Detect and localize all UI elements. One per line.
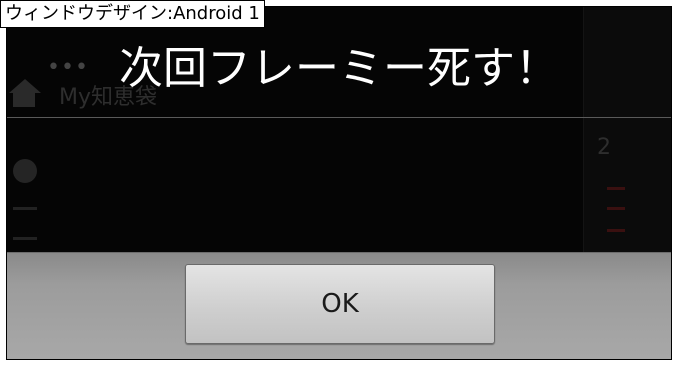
gear-icon bbox=[13, 159, 37, 183]
background-list-marker bbox=[607, 229, 625, 232]
android-screen: ••• My知恵袋 2 次回フレーミー死す！ OK bbox=[6, 6, 672, 360]
background-list-marker bbox=[607, 187, 625, 190]
background-list-divider bbox=[13, 237, 37, 240]
dialog-divider bbox=[7, 117, 671, 118]
background-list-marker bbox=[607, 207, 625, 210]
dialog-button-bar: OK bbox=[7, 252, 671, 359]
dialog-title: 次回フレーミー死す！ bbox=[119, 43, 559, 94]
background-list-divider bbox=[13, 207, 37, 210]
ok-button[interactable]: OK bbox=[185, 264, 495, 344]
window-label: ウィンドウデザイン:Android 1 bbox=[0, 0, 265, 28]
trophy-icon: 2 bbox=[597, 135, 611, 160]
